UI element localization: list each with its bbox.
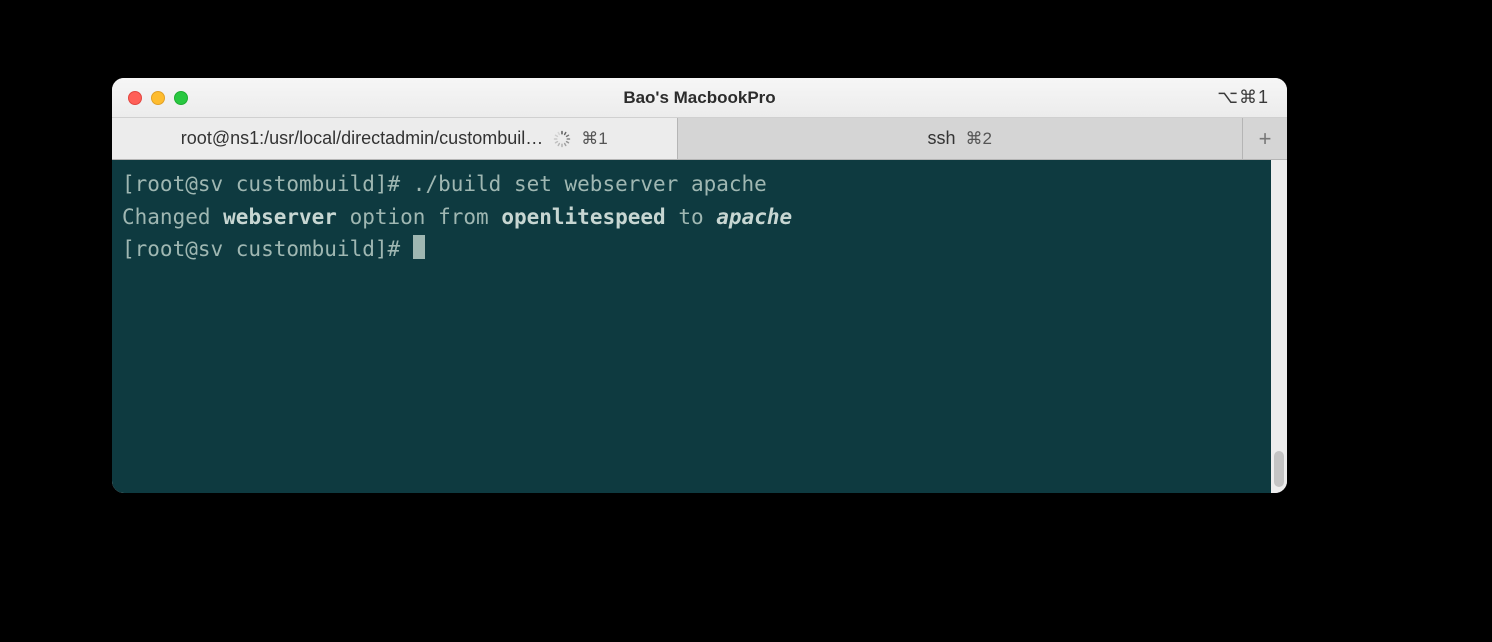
cursor (413, 235, 425, 259)
minimize-button[interactable] (151, 91, 165, 105)
command: ./build set webserver apache (413, 172, 767, 196)
tab-label: ssh (928, 128, 956, 149)
terminal-content[interactable]: [root@sv custombuild]# ./build set webse… (112, 160, 1271, 493)
traffic-lights (112, 91, 188, 105)
terminal-window: Bao's MacbookPro ⌥⌘1 root@ns1:/usr/local… (112, 78, 1287, 493)
tab-shortcut: ⌘2 (966, 129, 992, 149)
output-line: Changed webserver option from openlitesp… (122, 205, 792, 229)
window-shortcut-indicator: ⌥⌘1 (1217, 87, 1287, 108)
scrollbar-track[interactable] (1271, 160, 1287, 493)
prompt-line-1: [root@sv custombuild]# ./build set webse… (122, 172, 767, 196)
prompt-line-2: [root@sv custombuild]# (122, 237, 425, 261)
tab-2[interactable]: ssh ⌘2 (678, 118, 1244, 159)
new-tab-button[interactable]: + (1243, 118, 1287, 159)
tab-shortcut: ⌘1 (581, 129, 607, 149)
window-title: Bao's MacbookPro (112, 88, 1287, 108)
prompt: [root@sv custombuild]# (122, 237, 413, 261)
close-button[interactable] (128, 91, 142, 105)
terminal-wrap: [root@sv custombuild]# ./build set webse… (112, 160, 1287, 493)
loading-spinner-icon (553, 130, 571, 148)
titlebar[interactable]: Bao's MacbookPro ⌥⌘1 (112, 78, 1287, 118)
tab-1[interactable]: root@ns1:/usr/local/directadmin/custombu… (112, 118, 678, 159)
tab-label: root@ns1:/usr/local/directadmin/custombu… (181, 128, 543, 149)
maximize-button[interactable] (174, 91, 188, 105)
scrollbar-thumb[interactable] (1274, 451, 1284, 487)
prompt: [root@sv custombuild]# (122, 172, 413, 196)
tab-bar: root@ns1:/usr/local/directadmin/custombu… (112, 118, 1287, 160)
plus-icon: + (1259, 126, 1272, 152)
